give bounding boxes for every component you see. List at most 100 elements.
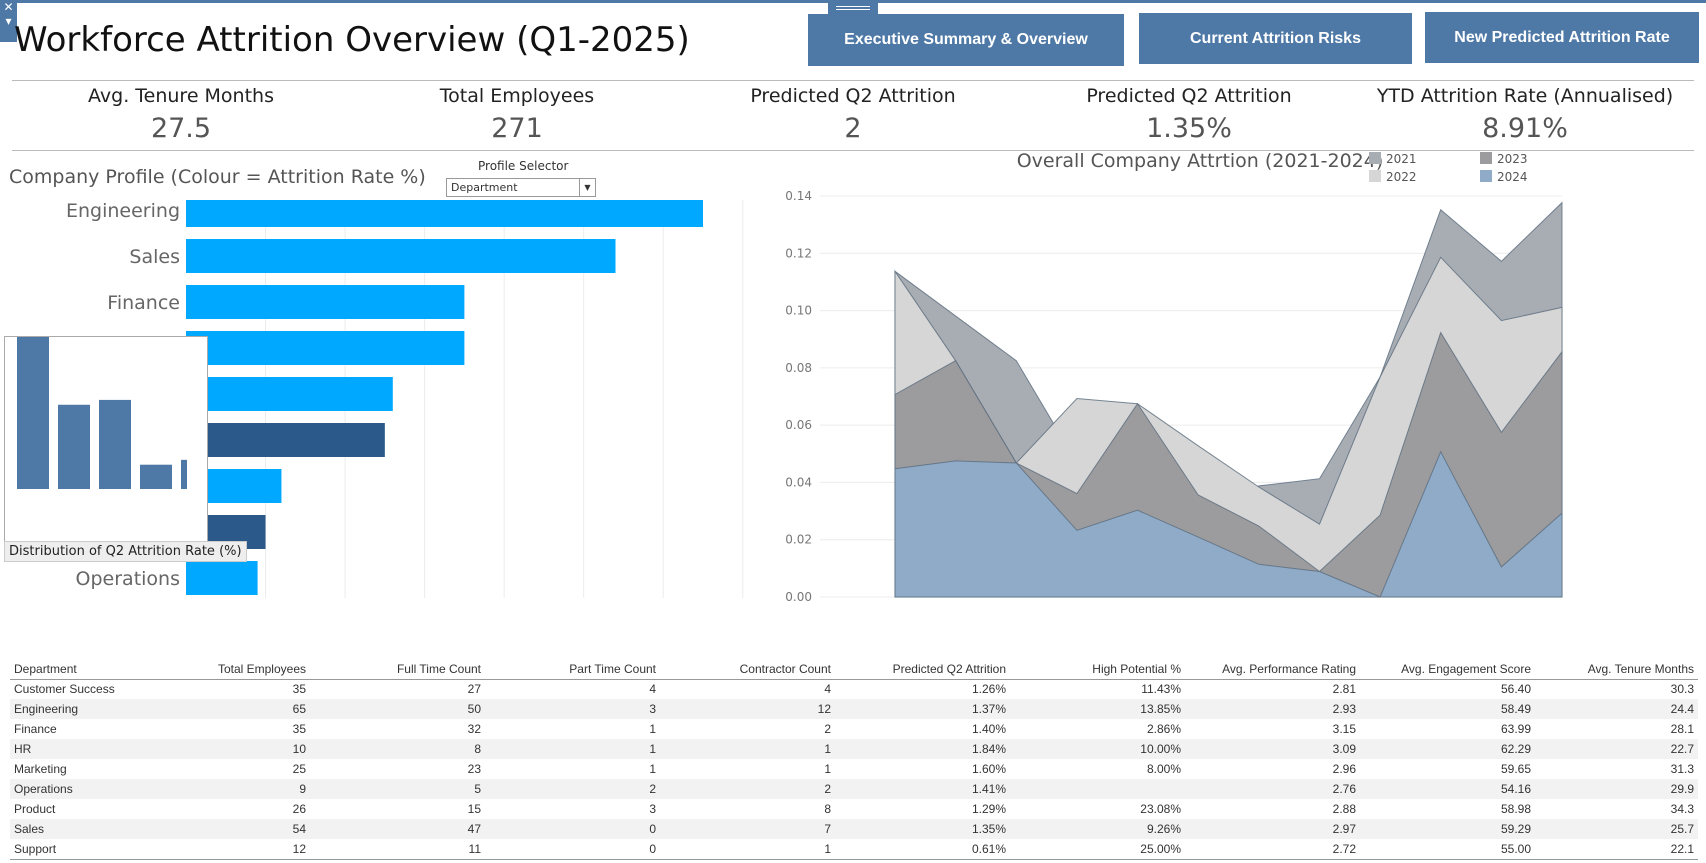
profile-selector-dropdown[interactable]: Department ▼ — [446, 178, 596, 197]
table-cell: 22.7 — [1535, 739, 1698, 759]
distribution-bar — [17, 327, 49, 489]
table-header[interactable]: Avg. Engagement Score — [1360, 660, 1535, 680]
y-tick-label: 0.02 — [785, 533, 812, 547]
legend-swatch[interactable] — [1369, 170, 1381, 182]
table-row[interactable]: Support 12 11 0 1 0.61% 25.00% 2.72 55.00 22.1 — [10, 839, 1698, 860]
table-cell: 1 — [649, 762, 656, 776]
profile-bar[interactable] — [186, 423, 385, 457]
table-header[interactable]: Department — [10, 660, 200, 680]
table-cell: Operations — [10, 779, 200, 799]
table-cell: 1.37% — [835, 699, 1010, 719]
table-cell: 2.88 — [1332, 802, 1356, 816]
close-icon[interactable]: ✕ — [0, 0, 17, 14]
table-row[interactable]: Operations 9 5 2 2 1.41% 2.76 54.16 29.9 — [10, 779, 1698, 799]
legend-label[interactable]: 2021 — [1386, 152, 1417, 166]
executive-summary-button[interactable]: Executive Summary & Overview — [808, 14, 1124, 66]
table-cell: 10.00% — [1010, 739, 1185, 759]
profile-bar[interactable] — [186, 200, 703, 227]
distribution-bar — [181, 459, 187, 489]
table-cell: Finance — [14, 722, 57, 736]
table-cell: 24.4 — [1535, 699, 1698, 719]
kpi-value: 271 — [491, 113, 543, 144]
profile-bar[interactable] — [186, 331, 465, 365]
table-cell: 25.7 — [1535, 819, 1698, 839]
kpi-predicted-q2-rate: Predicted Q2 Attrition 1.35% — [1086, 85, 1291, 144]
legend-swatch[interactable] — [1480, 170, 1492, 182]
dropdown-arrow-icon[interactable]: ▼ — [579, 179, 595, 196]
table-header[interactable]: Part Time Count — [485, 660, 660, 680]
kpi-value: 27.5 — [150, 113, 212, 144]
kpi-strip: Avg. Tenure Months 27.5 Total Employees … — [12, 80, 1694, 151]
profile-bar[interactable] — [186, 377, 393, 411]
new-predicted-attrition-button[interactable]: New Predicted Attrition Rate — [1425, 12, 1699, 63]
legend-label[interactable]: 2023 — [1497, 152, 1528, 166]
department-summary-table: Department Total Employees Full Time Cou… — [10, 660, 1698, 860]
y-tick-label: 0.14 — [785, 189, 812, 203]
kpi-value: 8.91% — [1482, 113, 1568, 144]
table-header[interactable]: Avg. Performance Rating — [1185, 660, 1360, 680]
bar-category-label: Finance — [107, 292, 180, 314]
table-cell: 1 — [660, 839, 835, 860]
area-chart-title: Overall Company Attrtion (2021-2024) — [1017, 150, 1384, 172]
table-cell: 1.26% — [971, 682, 1006, 697]
table-cell: 2 — [824, 722, 831, 736]
legend-label[interactable]: 2024 — [1497, 170, 1528, 184]
table-row[interactable]: HR 10 8 1 1 1.84% 10.00% 3.09 62.29 22.7 — [10, 739, 1698, 759]
table-cell: 56.40 — [1500, 682, 1531, 697]
table-cell: 1 — [485, 739, 660, 759]
distribution-bar — [58, 404, 90, 489]
profile-bar[interactable] — [186, 561, 258, 595]
drag-handle[interactable] — [828, 2, 878, 14]
table-header[interactable]: Full Time Count — [310, 660, 485, 680]
table-cell: 59.65 — [1500, 762, 1531, 776]
table-cell: 65 — [200, 699, 310, 719]
table-header[interactable]: High Potential % — [1010, 660, 1185, 680]
table-cell: 3 — [485, 699, 660, 719]
table-cell: 13.85% — [1010, 699, 1185, 719]
table-header-row: Department Total Employees Full Time Cou… — [10, 660, 1698, 680]
table-cell: 1.29% — [971, 802, 1006, 816]
table-row[interactable]: Marketing 25 23 1 1 1.60% 8.00% 2.96 59.65 31.3 — [10, 759, 1698, 779]
table-cell: 63.99 — [1500, 722, 1531, 736]
table-cell: 0 — [485, 839, 660, 860]
table-cell: 31.3 — [1670, 762, 1694, 776]
table-row[interactable]: Product 26 15 3 8 1.29% 23.08% 2.88 58.98 34.3 — [10, 799, 1698, 819]
table-row[interactable]: Customer Success 35 27 4 4 1.26% 11.43% 2.81 56.… — [10, 679, 1698, 699]
distribution-histogram — [17, 327, 187, 489]
table-cell: 32 — [467, 722, 481, 736]
table-cell: 25 — [292, 762, 306, 776]
table-header[interactable]: Contractor Count — [660, 660, 835, 680]
table-cell: Customer Success — [14, 682, 115, 697]
table-row[interactable]: Engineering 65 50 3 12 1.37% 13.85% 2.93 58.49 24… — [10, 699, 1698, 719]
table-body: Customer Success 35 27 4 4 1.26% 11.43% 2.81 56.… — [10, 679, 1698, 860]
table-row[interactable]: Finance 35 32 1 2 1.40% 2.86% 3.15 63.99 28.1 — [10, 719, 1698, 739]
profile-bar[interactable] — [186, 239, 616, 273]
table-cell: 15 — [467, 802, 481, 816]
table-row[interactable]: Sales 54 47 0 7 1.35% 9.26% 2.97 59.29 25.7 — [10, 819, 1698, 839]
table-cell: 1.41% — [835, 779, 1010, 799]
table-header[interactable]: Predicted Q2 Attrition — [835, 660, 1010, 680]
profile-bar[interactable] — [186, 285, 465, 319]
kpi-avg-tenure: Avg. Tenure Months 27.5 — [88, 85, 274, 144]
y-tick-label: 0.04 — [785, 475, 812, 489]
table-header[interactable]: Avg. Tenure Months — [1535, 660, 1698, 680]
legend-label[interactable]: 2022 — [1386, 170, 1417, 184]
table-cell — [1010, 779, 1185, 799]
y-tick-label: 0.00 — [785, 590, 812, 604]
overall-attrition-area-chart[interactable]: Overall Company Attrtion (2021-2024) 2021… — [780, 150, 1706, 660]
bar-category-label: Operations — [76, 568, 180, 590]
table-header[interactable]: Total Employees — [200, 660, 310, 680]
legend-swatch[interactable] — [1369, 152, 1381, 164]
distribution-bar — [140, 464, 172, 489]
y-tick-label: 0.06 — [785, 418, 812, 432]
table-cell: 1.40% — [971, 722, 1006, 736]
legend-swatch[interactable] — [1480, 152, 1492, 164]
distribution-bar — [99, 399, 131, 489]
table-cell: HR — [10, 739, 200, 759]
table-cell: 1 — [649, 722, 656, 736]
table-cell: 7 — [660, 819, 835, 839]
table-cell: 12 — [200, 839, 310, 860]
current-attrition-risks-button[interactable]: Current Attrition Risks — [1139, 13, 1412, 64]
profile-selector-value: Department — [451, 181, 518, 194]
table-cell: 50 — [310, 699, 485, 719]
